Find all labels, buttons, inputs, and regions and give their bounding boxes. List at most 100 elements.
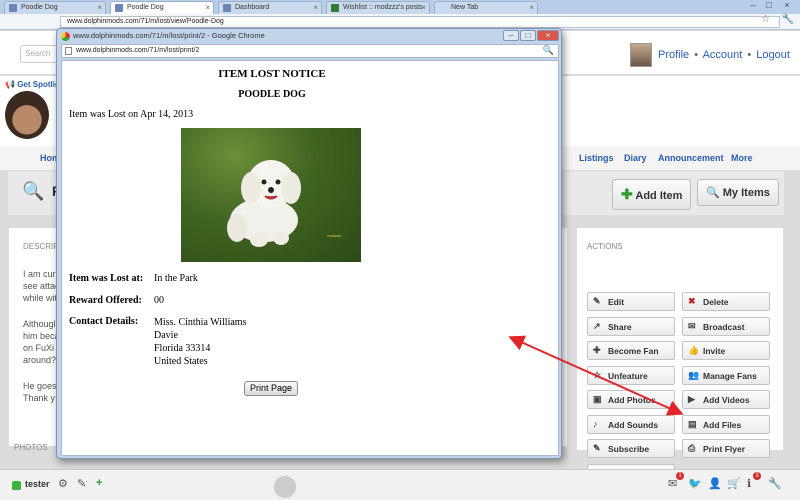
popup-url-bar[interactable]: www.dolphinmods.com/71/m/lost/print/2 🔍 <box>61 44 559 58</box>
print-flyer-button[interactable]: ⎙ Print Flyer <box>682 439 770 458</box>
tab-close-icon[interactable]: × <box>313 3 318 12</box>
mail-icon[interactable]: ✉ <box>668 477 677 490</box>
reward-value: 00 <box>154 295 164 306</box>
share-button[interactable]: ↗ Share <box>587 316 675 336</box>
action-label: Broadcast <box>703 321 745 332</box>
gear-icon[interactable]: ⚙ <box>58 477 68 490</box>
unfeature-button[interactable]: ☆ Unfeature <box>587 365 675 385</box>
popup-minimize-icon[interactable]: – <box>503 30 519 41</box>
info-badge: 3 <box>753 472 761 480</box>
item-photo: modzzz <box>181 128 361 262</box>
poodle-illustration <box>227 160 301 247</box>
info-icon[interactable]: ℹ <box>747 477 751 490</box>
account-link[interactable]: Account <box>703 49 743 61</box>
action-label: Add Photos <box>608 395 656 405</box>
add-sounds-button[interactable]: ♪ Add Sounds <box>587 414 675 434</box>
wrench-icon[interactable]: 🔧 <box>768 477 782 490</box>
tab-close-icon[interactable]: × <box>97 3 102 12</box>
online-status-icon <box>12 481 21 490</box>
unfeature-icon: ☆ <box>593 369 602 380</box>
add-item-button[interactable]: ✚ Add Item <box>612 179 692 210</box>
page-icon <box>65 47 72 55</box>
search-icon: 🔍 <box>706 187 720 199</box>
logout-link[interactable]: Logout <box>756 49 790 61</box>
action-label: Manage Fans <box>703 370 757 381</box>
action-label: Add Videos <box>703 395 750 405</box>
close-window-icon[interactable]: × <box>780 0 794 10</box>
site-favicon-icon <box>115 4 123 12</box>
print-page-button[interactable]: Print Page <box>244 381 298 396</box>
plus-icon[interactable]: + <box>96 477 102 489</box>
description-heading: DESCRIP <box>23 242 59 251</box>
popup-close-icon[interactable]: × <box>537 30 559 41</box>
maximize-icon[interactable]: □ <box>762 0 776 10</box>
tab-close-icon[interactable]: × <box>205 3 210 12</box>
tab-label: New Tab <box>451 4 479 11</box>
add-photos-button[interactable]: ▣ Add Photos <box>587 390 675 409</box>
popup-window-title: www.dolphinmods.com/71/m/lost/print/2 - … <box>73 31 265 40</box>
invite-button[interactable]: 👍 Invite <box>682 341 770 360</box>
contact-label: Contact Details: <box>69 316 139 327</box>
zoom-icon[interactable]: 🔍 <box>543 45 554 56</box>
username[interactable]: tester <box>25 479 50 489</box>
subscribe-icon: ✎ <box>593 443 601 453</box>
avatar[interactable] <box>630 43 652 67</box>
tab-label: Poodle Dog <box>21 4 58 11</box>
photo-watermark: modzzz <box>327 233 341 238</box>
lost-date: Item was Lost on Apr 14, 2013 <box>69 109 194 120</box>
tab-poodle-dog-2[interactable]: Poodle Dog × <box>110 1 214 14</box>
account-links: Profile • Account • Logout <box>658 49 792 61</box>
my-items-button[interactable]: 🔍 My Items <box>697 179 779 206</box>
tab-close-icon[interactable]: × <box>529 3 534 12</box>
megaphone-icon: 📢 <box>5 80 15 89</box>
add-files-icon: ▤ <box>688 418 697 429</box>
subscribe-button[interactable]: ✎ Subscribe <box>587 439 675 458</box>
contact-name: Miss. Cinthia Williams <box>154 317 247 328</box>
cart-icon[interactable]: 🛒 <box>727 477 741 490</box>
action-label: Print Flyer <box>703 444 746 454</box>
action-label: Edit <box>608 297 625 307</box>
actions-panel: ACTIONS ✎ Edit ✖ Delete ↗ Share ✉ Broadcast ✚ Bec… <box>576 227 784 483</box>
url-field[interactable]: www.dolphinmods.com/71/m/lost/view/Poodl… <box>60 16 780 28</box>
spotlight-text: Get Spotlig <box>17 80 60 89</box>
add-files-button[interactable]: ▤ Add Files <box>682 414 770 434</box>
bookmark-star-icon[interactable]: ☆ <box>761 14 770 25</box>
edit-icon[interactable]: ✎ <box>77 477 86 490</box>
profile-link[interactable]: Profile <box>658 49 689 61</box>
avatar[interactable] <box>272 474 298 500</box>
site-search-input[interactable]: Search <box>20 45 60 63</box>
nav-diary[interactable]: Diary <box>624 153 647 163</box>
tab-close-icon[interactable]: × <box>421 3 426 12</box>
contact-details: Miss. Cinthia Williams Davie Florida 333… <box>154 316 246 368</box>
tab-poodle-dog-1[interactable]: Poodle Dog × <box>4 1 106 14</box>
tab-wishlist[interactable]: Wishlist :: modzzz's posts × <box>326 1 430 14</box>
broadcast-button[interactable]: ✉ Broadcast <box>682 316 770 336</box>
tab-dashboard[interactable]: Dashboard × <box>218 1 322 14</box>
nav-listings[interactable]: Listings <box>579 153 614 163</box>
spotlight-label[interactable]: 📢 Get Spotlig <box>5 80 60 89</box>
minimize-icon[interactable]: – <box>746 0 760 10</box>
become-fan-button[interactable]: ✚ Become Fan <box>587 341 675 360</box>
add-videos-icon: ▶ <box>688 394 695 404</box>
spotlight-avatar[interactable] <box>5 91 49 139</box>
site-favicon-icon <box>223 4 231 12</box>
add-videos-button[interactable]: ▶ Add Videos <box>682 390 770 409</box>
contact-city: Davie <box>154 330 178 341</box>
broadcast-icon: ✉ <box>688 320 696 331</box>
delete-button[interactable]: ✖ Delete <box>682 292 770 311</box>
add-photos-icon: ▣ <box>593 394 602 404</box>
tab-new-tab[interactable]: New Tab × <box>434 1 538 14</box>
plus-icon: ✚ <box>621 186 633 202</box>
twitter-icon[interactable]: 🐦 <box>688 477 702 490</box>
nav-more[interactable]: More <box>731 153 753 163</box>
contact-state-zip: Florida 33314 <box>154 343 211 354</box>
manage-fans-button[interactable]: 👥 Manage Fans <box>682 365 770 385</box>
action-label: Invite <box>703 346 726 356</box>
edit-button[interactable]: ✎ Edit <box>587 292 675 311</box>
nav-announcement[interactable]: Announcement <box>658 153 724 163</box>
become-fan-icon: ✚ <box>593 345 601 355</box>
user-icon[interactable]: 👤 <box>708 477 722 490</box>
popup-maximize-icon[interactable]: □ <box>520 30 536 41</box>
wrench-icon[interactable]: 🔧 <box>782 14 794 25</box>
wishlist-favicon-icon <box>331 4 339 12</box>
